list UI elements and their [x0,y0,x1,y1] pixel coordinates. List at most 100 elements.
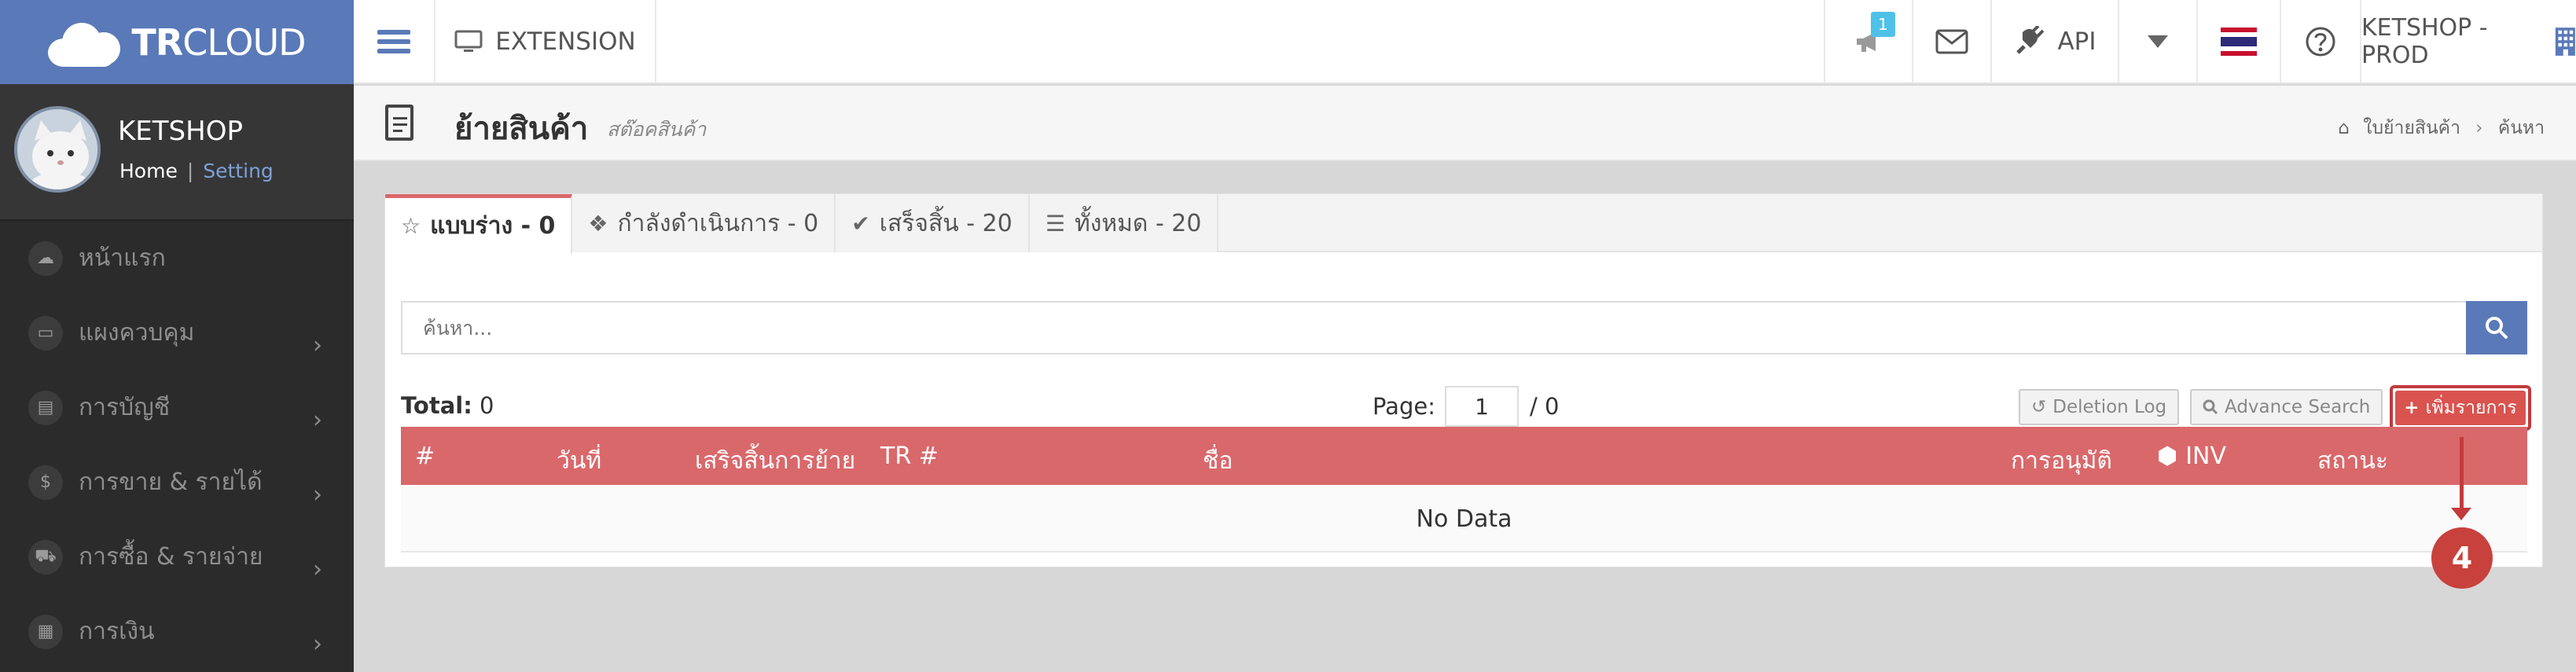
column-header-approval[interactable]: การอนุมัติ [2011,442,2112,479]
chevron-right-icon: › [313,332,322,359]
total-label: Total: [401,392,472,419]
tab-completed[interactable]: ✔ เสร็จสิ้น - 20 [836,194,1030,252]
history-icon: ↺ [2031,397,2047,417]
column-header-name[interactable]: ชื่อ [1203,442,1233,479]
sidebar-item-label: หน้าแรก [79,244,166,272]
plug-icon [2016,25,2045,54]
page-total: / 0 [1529,393,1560,420]
building-icon [2556,27,2576,56]
shop-switcher[interactable]: KETSHOP - PROD [2360,0,2576,83]
tab-all[interactable]: ☰ ทั้งหมด - 20 [1029,194,1219,252]
tab-label: กำลังดำเนินการ - 0 [617,209,819,237]
page-input[interactable] [1444,386,1519,427]
advance-search-button[interactable]: Advance Search [2190,389,2383,425]
check-circle-icon: ✔ [851,210,870,237]
advance-search-label: Advance Search [2225,397,2371,417]
annotation-arrow-icon [2451,508,2471,520]
page-title: ย้ายสินค้า [454,111,589,147]
notifications-button[interactable]: 1 [1824,0,1912,83]
notification-badge: 1 [1871,12,1895,37]
sidebar-item-sales[interactable]: $ การขาย & รายได้ › [0,445,354,520]
breadcrumb-item[interactable]: ใบย้ายสินค้า [2363,118,2460,138]
tab-label: เสร็จสิ้น - 20 [879,209,1012,237]
cart-icon: ⛟ [28,539,63,575]
document-icon [385,105,413,141]
page-header: ย้ายสินค้า สต๊อคสินค้า ⌂ ใบย้ายสินค้า › … [354,86,2576,161]
search-input[interactable] [401,301,2466,354]
sidebar-item-purchases[interactable]: ⛟ การซื้อ & รายจ่าย › [0,520,354,594]
help-button[interactable] [2280,0,2360,83]
setting-link[interactable]: Setting [203,160,274,182]
book-icon: ▤ [28,390,63,425]
breadcrumb-item-current: ค้นหา [2497,118,2545,138]
sidebar-item-label: การซื้อ & รายจ่าย [79,543,263,571]
tab-in-progress[interactable]: ❖ กำลังดำเนินการ - 0 [572,194,836,252]
sidebar-item-label: แผงควบคุม [79,319,195,347]
total-count: Total: 0 [401,392,494,419]
tab-label: ทั้งหมด - 20 [1074,209,1202,237]
add-item-inner[interactable]: + เพิ่มรายการ [2395,391,2526,425]
tab-draft[interactable]: ☆ แบบร่าง - 0 [385,194,573,254]
dropdown-button[interactable] [2118,0,2196,83]
column-header-number[interactable]: # [415,442,435,470]
dollar-icon: $ [28,465,63,500]
chevron-right-icon: › [313,556,322,583]
api-label: API [2057,27,2096,56]
column-header-completed[interactable]: เสริจสิ้นการย้าย [695,442,855,479]
shop-label: KETSHOP - PROD [2361,13,2488,69]
cloud-logo-icon [48,18,121,67]
empty-table-message: No Data [401,487,2527,553]
home-icon[interactable]: ⌂ [2338,118,2350,138]
search-button[interactable] [2466,301,2527,354]
sidebar-item-finance[interactable]: ▦ การเงิน › [0,594,354,669]
annotation-line [2460,437,2464,516]
total-value: 0 [480,392,494,419]
column-header-status[interactable]: สถานะ [2317,442,2388,479]
add-item-button[interactable]: + เพิ่มรายการ [2390,385,2531,431]
pagination: Page: / 0 [1373,386,1559,427]
app-logo[interactable]: TRCLOUD [0,0,354,84]
api-button[interactable]: API [1990,0,2118,83]
column-header-inv[interactable]: ⬢ INV [2157,442,2226,470]
main-panel: ☆ แบบร่าง - 0 ❖ กำลังดำเนินการ - 0 ✔ เสร… [384,193,2543,567]
extension-button[interactable]: EXTENSION [435,0,656,83]
top-navbar: EXTENSION 1 API KETSHOP - PROD [354,0,2576,84]
messages-button[interactable] [1912,0,1990,83]
caret-down-icon [2148,35,2168,48]
dropbox-icon: ❖ [588,210,608,237]
sidebar-item-label: การขาย & รายได้ [79,468,263,496]
sidebar-item-label: การบัญชี [79,394,171,421]
star-icon: ☆ [401,213,421,239]
language-button[interactable] [2196,0,2280,83]
envelope-icon [1935,29,1968,53]
page-label: Page: [1373,393,1435,420]
deletion-log-button[interactable]: ↺ Deletion Log [2019,389,2180,425]
menu-toggle-button[interactable] [354,0,435,83]
cube-icon: ⬢ [2157,442,2178,470]
profile-panel: KETSHOP Home | Setting [0,84,354,221]
column-header-date[interactable]: วันที่ [557,442,601,479]
search-icon [2203,399,2218,415]
search-bar [401,301,2527,354]
calendar-icon: ▦ [28,614,63,649]
breadcrumb-separator: › [2475,118,2483,138]
cloud-icon: ☁ [28,241,63,276]
deletion-log-label: Deletion Log [2052,397,2167,417]
column-header-tr-number[interactable]: TR # [880,442,939,470]
sidebar-item-accounting[interactable]: ▤ การบัญชี › [0,370,354,445]
sidebar-item-label: การเงิน [79,618,155,645]
page-subtitle: สต๊อคสินค้า [607,118,707,141]
sidebar: KETSHOP Home | Setting ☁ หน้าแรก ▭ แผงควบค… [0,84,354,672]
annotation-step-badge: 4 [2431,527,2493,589]
search-icon [2486,317,2508,339]
sidebar-item-dashboard[interactable]: ▭ แผงควบคุม › [0,296,354,370]
sidebar-item-home[interactable]: ☁ หน้าแรก [0,221,354,296]
home-link[interactable]: Home [119,160,178,182]
breadcrumb: ⌂ ใบย้ายสินค้า › ค้นหา [2338,114,2545,142]
extension-label: EXTENSION [495,27,636,56]
profile-links: Home | Setting [119,160,274,182]
chevron-right-icon: › [313,630,322,658]
avatar[interactable] [14,106,101,193]
chevron-right-icon: › [313,481,322,509]
hamburger-icon [377,25,410,58]
